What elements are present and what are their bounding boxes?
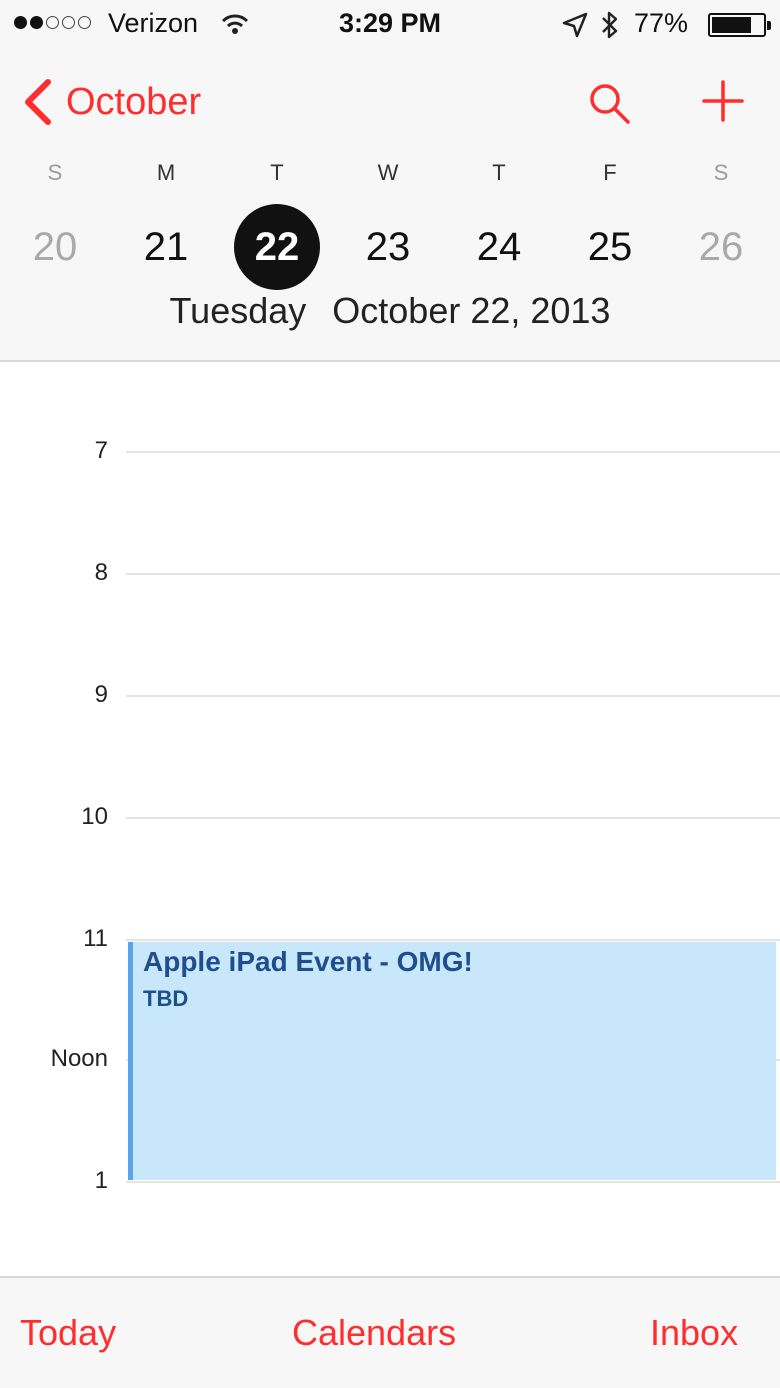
hour-divider [126, 695, 780, 697]
event-title: Apple iPad Event - OMG! [143, 946, 473, 977]
battery-fill [712, 17, 751, 33]
day-timeline[interactable]: 7 8 9 10 11 Noon 1 Apple iPad Event - OM… [0, 362, 780, 1276]
chevron-left-icon [25, 79, 51, 125]
weekday-letter: M [156, 160, 176, 185]
hour-label: 10 [81, 803, 108, 830]
day-wednesday-23[interactable]: W 23 [333, 158, 443, 290]
back-button-label: October [66, 80, 202, 123]
hour-divider [126, 451, 780, 453]
hour-row: 7 [0, 436, 780, 466]
day-number: 22 [234, 204, 320, 290]
weekday-letter: T [492, 160, 506, 185]
hour-divider [126, 817, 780, 819]
hour-label: 9 [94, 681, 108, 708]
plus-icon[interactable] [700, 78, 746, 124]
day-number: 26 [698, 225, 744, 269]
day-number: 23 [365, 225, 411, 269]
hour-label: 7 [94, 437, 108, 464]
event-location: TBD [143, 986, 189, 1011]
weekday-letter: S [47, 160, 63, 185]
hour-row: 9 [0, 680, 780, 710]
weekday-letter: W [377, 160, 399, 185]
hour-row: 10 [0, 802, 780, 832]
day-number: 21 [143, 225, 189, 269]
day-number: 25 [587, 225, 633, 269]
day-tuesday-22-selected[interactable]: T 22 [222, 158, 332, 290]
search-icon[interactable] [586, 80, 632, 126]
hour-label: 1 [94, 1167, 108, 1194]
day-saturday-26[interactable]: S 26 [666, 158, 776, 290]
today-button[interactable]: Today [20, 1312, 116, 1354]
status-bar: Verizon 3:29 PM 77% [0, 0, 780, 50]
hour-divider [126, 573, 780, 575]
hour-label: 8 [94, 559, 108, 586]
day-number: 24 [476, 225, 522, 269]
back-to-month-button[interactable]: October [18, 76, 201, 128]
day-number: 20 [32, 225, 78, 269]
hour-label: Noon [50, 1045, 108, 1072]
weekday-letter: F [603, 160, 617, 185]
inbox-button[interactable]: Inbox [650, 1312, 738, 1354]
location-arrow-icon [562, 12, 588, 38]
day-monday-21[interactable]: M 21 [111, 158, 221, 290]
hour-divider [126, 1181, 780, 1183]
battery-nub [767, 21, 771, 30]
battery-percentage: 77% [634, 8, 689, 38]
bluetooth-icon [602, 11, 618, 39]
day-thursday-24[interactable]: T 24 [444, 158, 554, 290]
battery-icon [708, 13, 771, 37]
weekday-letter: T [270, 160, 284, 185]
hour-divider [126, 939, 780, 941]
hour-label: 11 [83, 925, 108, 952]
day-sunday-20[interactable]: S 20 [0, 158, 110, 290]
weekday-letter: S [713, 160, 729, 185]
day-friday-25[interactable]: F 25 [555, 158, 665, 290]
selected-date-caption: Tuesday October 22, 2013 [0, 290, 780, 332]
calendars-button[interactable]: Calendars [292, 1312, 456, 1354]
calendar-event[interactable]: Apple iPad Event - OMG! TBD [128, 942, 776, 1180]
calendar-header: October S 20 M 21 T 22 W 23 T 24 F 25 S … [0, 50, 780, 362]
hour-row: 8 [0, 558, 780, 588]
selected-date: October 22, 2013 [332, 290, 611, 331]
selected-weekday: Tuesday [169, 290, 307, 331]
bottom-toolbar: Today Calendars Inbox [0, 1276, 780, 1388]
